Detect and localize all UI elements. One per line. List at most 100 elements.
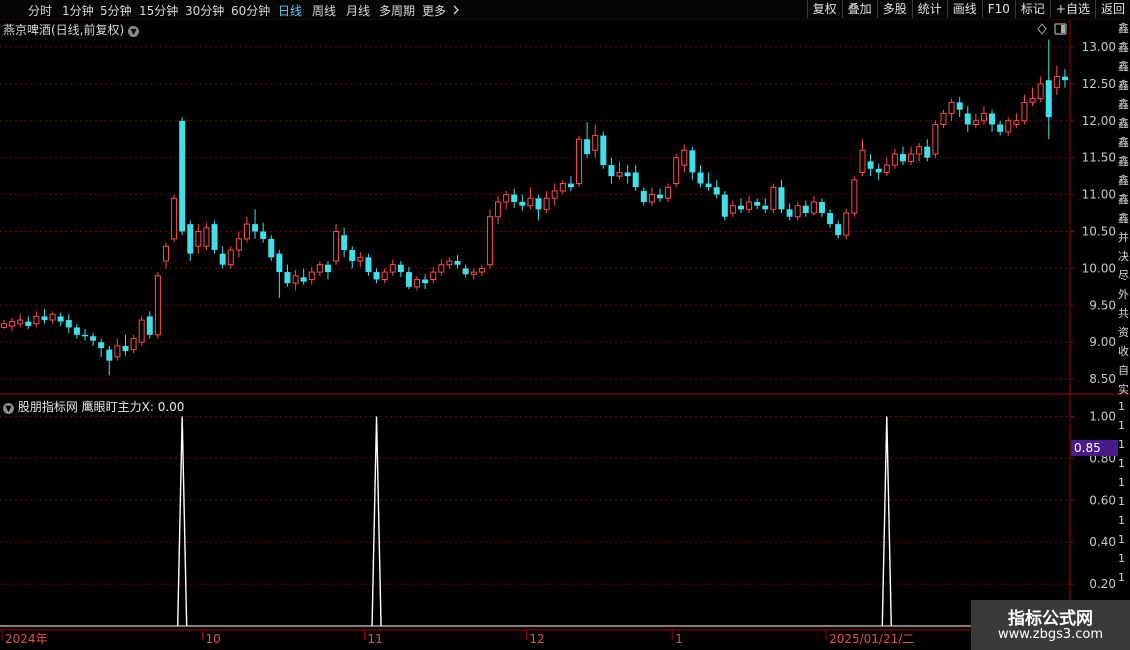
candle-down bbox=[964, 106, 971, 132]
candle-down bbox=[106, 345, 113, 376]
candle-body bbox=[1029, 98, 1036, 103]
candle-up bbox=[770, 183, 777, 214]
candle-up bbox=[446, 257, 453, 269]
candle-down bbox=[81, 328, 88, 341]
candle-body bbox=[65, 320, 72, 328]
candle-down bbox=[778, 179, 785, 214]
candle-up bbox=[851, 176, 858, 217]
candle-down bbox=[632, 165, 639, 191]
candle-down bbox=[511, 188, 518, 208]
candle-up bbox=[130, 334, 137, 354]
candle-up bbox=[503, 190, 510, 210]
side-strip-char: 1 bbox=[1118, 533, 1125, 546]
main-chart-title: 燕京啤酒(日线,前复权) ▼ bbox=[3, 21, 140, 38]
candle-up bbox=[478, 264, 485, 276]
candle-up bbox=[49, 311, 56, 324]
candle-body bbox=[1013, 120, 1020, 125]
candle-up bbox=[470, 268, 477, 280]
candle-up bbox=[389, 259, 396, 276]
candle-body bbox=[600, 135, 607, 166]
candle-body bbox=[681, 149, 688, 166]
candle-body bbox=[1021, 101, 1028, 122]
candle-down bbox=[187, 220, 194, 262]
candle-up bbox=[1029, 87, 1036, 107]
indicator-tick-label: 0.20 bbox=[1089, 577, 1116, 591]
candle-body bbox=[33, 315, 40, 325]
candle-body bbox=[219, 253, 226, 265]
candle-up bbox=[592, 124, 599, 158]
candle-up bbox=[414, 275, 421, 291]
candle-body bbox=[908, 153, 915, 162]
candle-down bbox=[25, 316, 32, 329]
candle-up bbox=[746, 196, 753, 214]
candle-down bbox=[65, 314, 72, 334]
side-strip-char: 自 bbox=[1118, 364, 1129, 377]
candle-body bbox=[381, 271, 388, 280]
candle-body bbox=[940, 112, 947, 125]
candle-body bbox=[397, 264, 404, 273]
candle-down bbox=[835, 220, 842, 239]
candle-up bbox=[1021, 94, 1028, 125]
diamond-icon bbox=[1037, 23, 1047, 35]
candle-body bbox=[405, 272, 412, 287]
cursor-value-label: 0.85 bbox=[1074, 441, 1101, 455]
candle-up bbox=[243, 216, 250, 243]
side-strip-char: 资 bbox=[1118, 326, 1129, 339]
window-icon-pane bbox=[1061, 25, 1065, 33]
candle-body bbox=[827, 213, 834, 225]
candle-body bbox=[924, 146, 931, 158]
candle-down bbox=[567, 176, 574, 191]
candle-down bbox=[640, 187, 647, 206]
candle-body bbox=[470, 271, 477, 275]
candle-body bbox=[503, 194, 510, 203]
time-tick-label: 12 bbox=[529, 632, 544, 646]
candle-down bbox=[41, 308, 48, 324]
candle-body bbox=[25, 321, 32, 326]
candle-up bbox=[162, 242, 169, 269]
indicator-spike bbox=[176, 416, 188, 627]
candle-up bbox=[154, 272, 161, 339]
candle-down bbox=[737, 198, 744, 214]
candle-body bbox=[818, 201, 825, 214]
candle-body bbox=[300, 277, 307, 282]
candle-up bbox=[235, 231, 242, 258]
side-strip-char: 1 bbox=[1118, 495, 1125, 508]
indicator-title: ▼ 股朋指标网 鹰眼盯主力X: 0.00 bbox=[3, 398, 184, 415]
side-strip-char: 鑫 bbox=[1118, 193, 1129, 206]
chevron-down-icon[interactable]: ▼ bbox=[3, 403, 14, 414]
candle-body bbox=[171, 197, 178, 240]
candle-down bbox=[624, 165, 631, 184]
candle-down bbox=[373, 268, 380, 284]
candle-down bbox=[786, 203, 793, 221]
price-tick-label: 11.00 bbox=[1082, 188, 1116, 202]
candle-up bbox=[1, 320, 7, 329]
candle-down bbox=[721, 190, 728, 221]
candle-body bbox=[1053, 76, 1060, 89]
candle-body bbox=[535, 198, 542, 210]
candle-body bbox=[284, 272, 291, 284]
candle-up bbox=[794, 201, 801, 221]
candle-body bbox=[584, 139, 591, 155]
candle-body bbox=[916, 146, 923, 155]
candle-body bbox=[899, 154, 906, 162]
side-strip-char: 鑫 bbox=[1118, 60, 1129, 73]
candle-body bbox=[227, 249, 234, 266]
candle-body bbox=[689, 150, 696, 173]
time-tick-label: 1 bbox=[675, 632, 683, 646]
time-tick-label: 11 bbox=[367, 632, 382, 646]
candle-up bbox=[883, 157, 890, 177]
candle-body bbox=[511, 194, 518, 202]
candle-down bbox=[422, 274, 429, 290]
candle-body bbox=[843, 212, 850, 236]
candle-down bbox=[252, 209, 259, 239]
watermark-url: www.zbgs3.com bbox=[997, 627, 1104, 642]
candle-body bbox=[980, 112, 987, 122]
candle-body bbox=[81, 334, 88, 337]
candle-up bbox=[948, 98, 955, 121]
side-strip-char: 鑫 bbox=[1118, 212, 1129, 225]
chevron-down-icon[interactable]: ▼ bbox=[128, 26, 140, 37]
candle-body bbox=[260, 231, 267, 239]
candle-body bbox=[1, 323, 7, 328]
candle-down bbox=[867, 154, 874, 177]
kline-chart[interactable]: 8.509.009.5010.0010.5011.0011.5012.0012.… bbox=[0, 0, 1130, 650]
